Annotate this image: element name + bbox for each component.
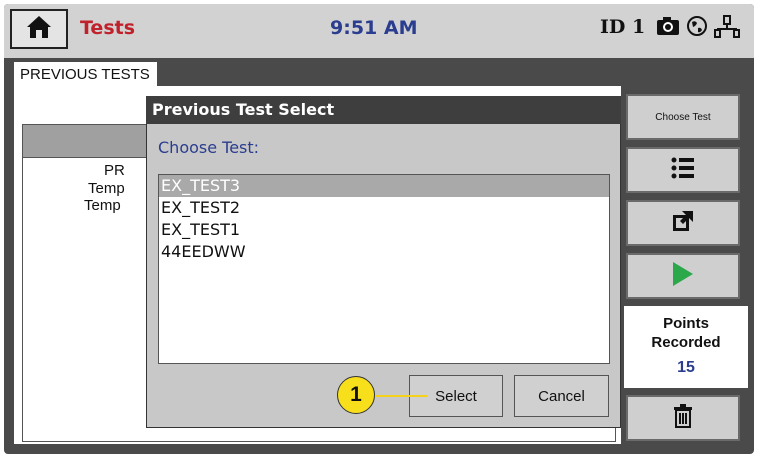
- choose-test-button[interactable]: Choose Test: [626, 94, 740, 140]
- points-recorded: Points Recorded 15: [624, 306, 748, 388]
- export-icon: [672, 210, 694, 236]
- home-icon: [26, 15, 52, 43]
- delete-button[interactable]: [626, 395, 740, 441]
- list-item[interactable]: 44EEDWW: [159, 241, 609, 263]
- screen-title: Tests: [80, 17, 136, 39]
- callout-marker: 1: [337, 376, 375, 414]
- play-icon: [671, 261, 695, 291]
- callout-line: [375, 395, 427, 397]
- clock: 9:51 AM: [330, 17, 418, 39]
- detail-line-3: Temp: [84, 197, 121, 214]
- list-icon: [671, 157, 695, 183]
- camera-icon: [656, 15, 680, 41]
- points-label-1: Points: [663, 315, 709, 332]
- points-label-2: Recorded: [651, 334, 721, 351]
- tab-previous-tests[interactable]: PREVIOUS TESTS: [14, 62, 157, 86]
- home-button[interactable]: [10, 9, 68, 49]
- globe-icon: [686, 15, 708, 41]
- cancel-button[interactable]: Cancel: [514, 375, 609, 417]
- run-test-button[interactable]: [626, 253, 740, 299]
- choose-test-label: Choose Test: [655, 111, 711, 123]
- network-icon: [714, 15, 740, 43]
- list-button[interactable]: [626, 147, 740, 193]
- device-id: ID 1: [600, 16, 646, 38]
- detail-line-2: Temp: [88, 180, 125, 197]
- test-list[interactable]: EX_TEST3 EX_TEST2 EX_TEST1 44EEDWW: [158, 174, 610, 364]
- detail-line-1: PR: [104, 162, 125, 179]
- dialog-title: Previous Test Select: [146, 96, 621, 124]
- list-item[interactable]: EX_TEST3: [159, 175, 609, 197]
- export-button[interactable]: [626, 200, 740, 246]
- trash-icon: [673, 404, 693, 432]
- points-value: 15: [677, 359, 695, 376]
- list-item[interactable]: EX_TEST1: [159, 219, 609, 241]
- dialog-prompt: Choose Test:: [158, 138, 260, 157]
- list-item[interactable]: EX_TEST2: [159, 197, 609, 219]
